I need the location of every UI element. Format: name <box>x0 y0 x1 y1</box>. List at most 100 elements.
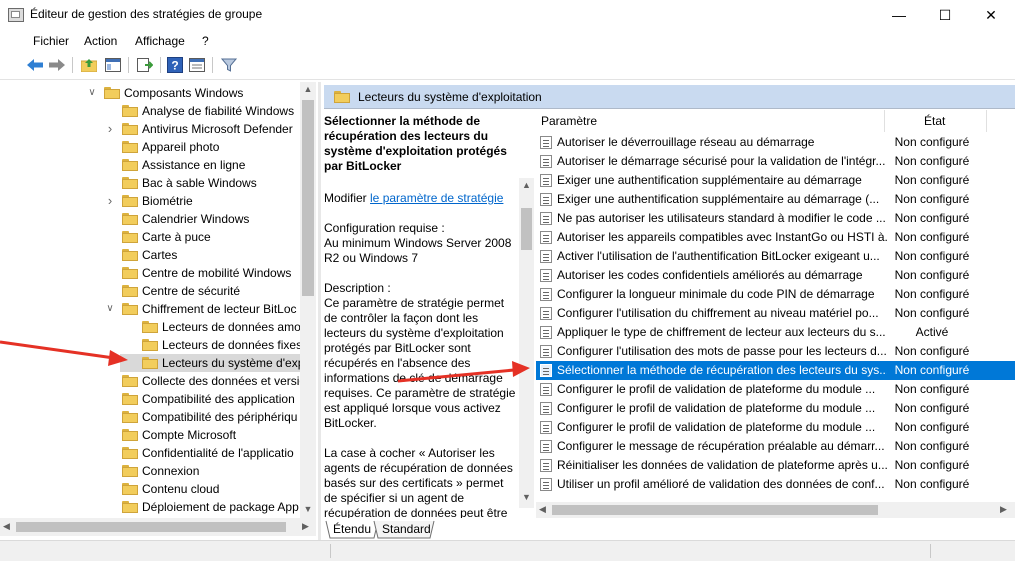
tree-item[interactable]: › Antivirus Microsoft Defender <box>104 120 297 138</box>
collapse-chevron-icon[interactable]: ∨ <box>86 84 98 102</box>
policy-setting-icon <box>540 231 552 244</box>
tree-item[interactable]: Centre de sécurité <box>104 282 244 300</box>
policy-setting-icon <box>540 402 552 415</box>
policy-row[interactable]: Configurer le message de récupération pr… <box>536 437 1015 456</box>
tree-vertical-scrollbar[interactable]: ▲ ▼ <box>300 82 316 518</box>
tree-item-label: Lecteurs du système d'exp <box>162 356 305 370</box>
tree-item[interactable]: Carte à puce <box>104 228 215 246</box>
expand-chevron-icon[interactable]: › <box>104 120 116 138</box>
tree-hscroll-thumb[interactable] <box>16 522 286 532</box>
policy-row[interactable]: Autoriser les codes confidentiels amélio… <box>536 266 1015 285</box>
show-hide-tree-icon[interactable] <box>104 56 122 74</box>
policy-row[interactable]: Configurer l'utilisation des mots de pas… <box>536 342 1015 361</box>
policy-setting-icon <box>540 193 552 206</box>
menu-help[interactable]: ? <box>202 34 209 48</box>
tree-item-label: Compatibilité des périphériqu <box>142 410 298 424</box>
forward-icon[interactable] <box>48 56 66 74</box>
folder-icon <box>122 393 138 405</box>
menu-action[interactable]: Action <box>84 34 117 48</box>
tree-item[interactable]: Compatibilité des périphériqu <box>104 408 301 426</box>
column-header-parametre[interactable]: Paramètre <box>541 114 597 128</box>
pane-splitter[interactable] <box>318 82 321 540</box>
tree-item[interactable]: Contenu cloud <box>104 480 223 498</box>
tree-item-label: Cartes <box>142 248 178 262</box>
description-scroll-thumb[interactable] <box>521 208 532 250</box>
policy-row[interactable]: Exiger une authentification supplémentai… <box>536 190 1015 209</box>
tree-item[interactable]: Compatibilité des application <box>104 390 299 408</box>
policy-row[interactable]: Configurer le profil de validation de pl… <box>536 380 1015 399</box>
close-button[interactable]: ✕ <box>968 0 1014 30</box>
tree-item-label: Centre de sécurité <box>142 284 241 298</box>
help-icon[interactable]: ? <box>166 56 184 74</box>
description-scrollbar[interactable]: ▲ ▼ <box>519 178 534 508</box>
tree-item[interactable]: Calendrier Windows <box>104 210 253 228</box>
column-divider[interactable] <box>986 110 987 132</box>
policy-list-header: Paramètre État <box>536 110 1015 132</box>
properties-icon[interactable] <box>188 56 206 74</box>
policy-row[interactable]: Sélectionner la méthode de récupération … <box>536 361 1015 380</box>
tree-item[interactable]: Compte Microsoft <box>104 426 240 444</box>
tree-item[interactable]: Lecteurs du système d'exp <box>120 354 309 372</box>
tree-item[interactable]: Cartes <box>104 246 181 264</box>
tree-item[interactable]: Lecteurs de données fixes <box>124 336 306 354</box>
tree-item[interactable]: Centre de mobilité Windows <box>104 264 295 282</box>
up-folder-icon[interactable] <box>80 56 98 74</box>
tree-item[interactable]: › Biométrie <box>104 192 197 210</box>
window-title: Éditeur de gestion des stratégies de gro… <box>30 7 263 21</box>
tree-item[interactable]: Connexion <box>104 462 203 480</box>
policy-row[interactable]: Activer l'utilisation de l'authentificat… <box>536 247 1015 266</box>
tree-item[interactable]: Confidentialité de l'applicatio <box>104 444 298 462</box>
tree-item[interactable]: ∨ Chiffrement de lecteur BitLoc <box>104 300 301 318</box>
policy-state: Non configuré <box>894 401 970 415</box>
policy-name: Configurer l'utilisation du chiffrement … <box>557 306 879 320</box>
policy-row[interactable]: Configurer le profil de validation de pl… <box>536 418 1015 437</box>
policy-row[interactable]: Appliquer le type de chiffrement de lect… <box>536 323 1015 342</box>
view-tabs: Étendu Standard <box>324 520 1015 540</box>
export-list-icon[interactable] <box>136 56 154 74</box>
back-icon[interactable] <box>26 56 44 74</box>
tree-scroll-thumb[interactable] <box>302 100 314 296</box>
tree-item[interactable]: Analyse de fiabilité Windows <box>104 102 298 120</box>
tree-item[interactable]: ∨ Composants Windows <box>86 84 247 102</box>
tree-item[interactable]: Assistance en ligne <box>104 156 249 174</box>
policy-name: Ne pas autoriser les utilisateurs standa… <box>557 211 886 225</box>
policy-setting-icon <box>540 307 552 320</box>
policy-state: Non configuré <box>894 477 970 491</box>
tree-item[interactable]: Bac à sable Windows <box>104 174 261 192</box>
navigation-tree: ∨ Composants Windows Analyse de fiabilité … <box>0 82 316 518</box>
policy-row[interactable]: Configurer le profil de validation de pl… <box>536 399 1015 418</box>
minimize-button[interactable]: — <box>876 0 922 30</box>
policy-row[interactable]: Configurer l'utilisation du chiffrement … <box>536 304 1015 323</box>
list-horizontal-scrollbar[interactable]: ◀ ▶ <box>536 502 1015 518</box>
tab-standard[interactable]: Standard <box>382 522 431 536</box>
policy-row[interactable]: Exiger une authentification supplémentai… <box>536 171 1015 190</box>
policy-row[interactable]: Réinitialiser les données de validation … <box>536 456 1015 475</box>
policy-row[interactable]: Autoriser les appareils compatibles avec… <box>536 228 1015 247</box>
tree-horizontal-scrollbar[interactable]: ◀ ▶ <box>0 518 316 536</box>
policy-state: Non configuré <box>894 439 970 453</box>
details-header-title: Lecteurs du système d'exploitation <box>358 90 542 104</box>
policy-row[interactable]: Ne pas autoriser les utilisateurs standa… <box>536 209 1015 228</box>
collapse-chevron-icon[interactable]: ∨ <box>104 300 116 318</box>
tree-item[interactable]: Collecte des données et versio <box>104 372 310 390</box>
tree-item[interactable]: Déploiement de package App <box>104 498 303 516</box>
tab-etendu[interactable]: Étendu <box>333 522 371 536</box>
menu-fichier[interactable]: Fichier <box>33 34 69 48</box>
expand-chevron-icon[interactable]: › <box>104 192 116 210</box>
policy-row[interactable]: Autoriser le démarrage sécurisé pour la … <box>536 152 1015 171</box>
policy-row[interactable]: Configurer la longueur minimale du code … <box>536 285 1015 304</box>
list-hscroll-thumb[interactable] <box>552 505 878 515</box>
maximize-button[interactable]: ☐ <box>922 0 968 30</box>
policy-row[interactable]: Utiliser un profil amélioré de validatio… <box>536 475 1015 494</box>
menu-affichage[interactable]: Affichage <box>135 34 185 48</box>
column-header-etat[interactable]: État <box>924 114 945 128</box>
policy-setting-icon <box>540 174 552 187</box>
policy-setting-icon <box>540 440 552 453</box>
edit-policy-link[interactable]: le paramètre de stratégie <box>370 191 503 205</box>
tree-item[interactable]: Appareil photo <box>104 138 223 156</box>
tree-item[interactable]: Lecteurs de données amo <box>124 318 305 336</box>
column-divider[interactable] <box>884 110 885 132</box>
filter-icon[interactable] <box>220 56 238 74</box>
policy-row[interactable]: Autoriser le déverrouillage réseau au dé… <box>536 133 1015 152</box>
policy-name: Réinitialiser les données de validation … <box>557 458 887 472</box>
